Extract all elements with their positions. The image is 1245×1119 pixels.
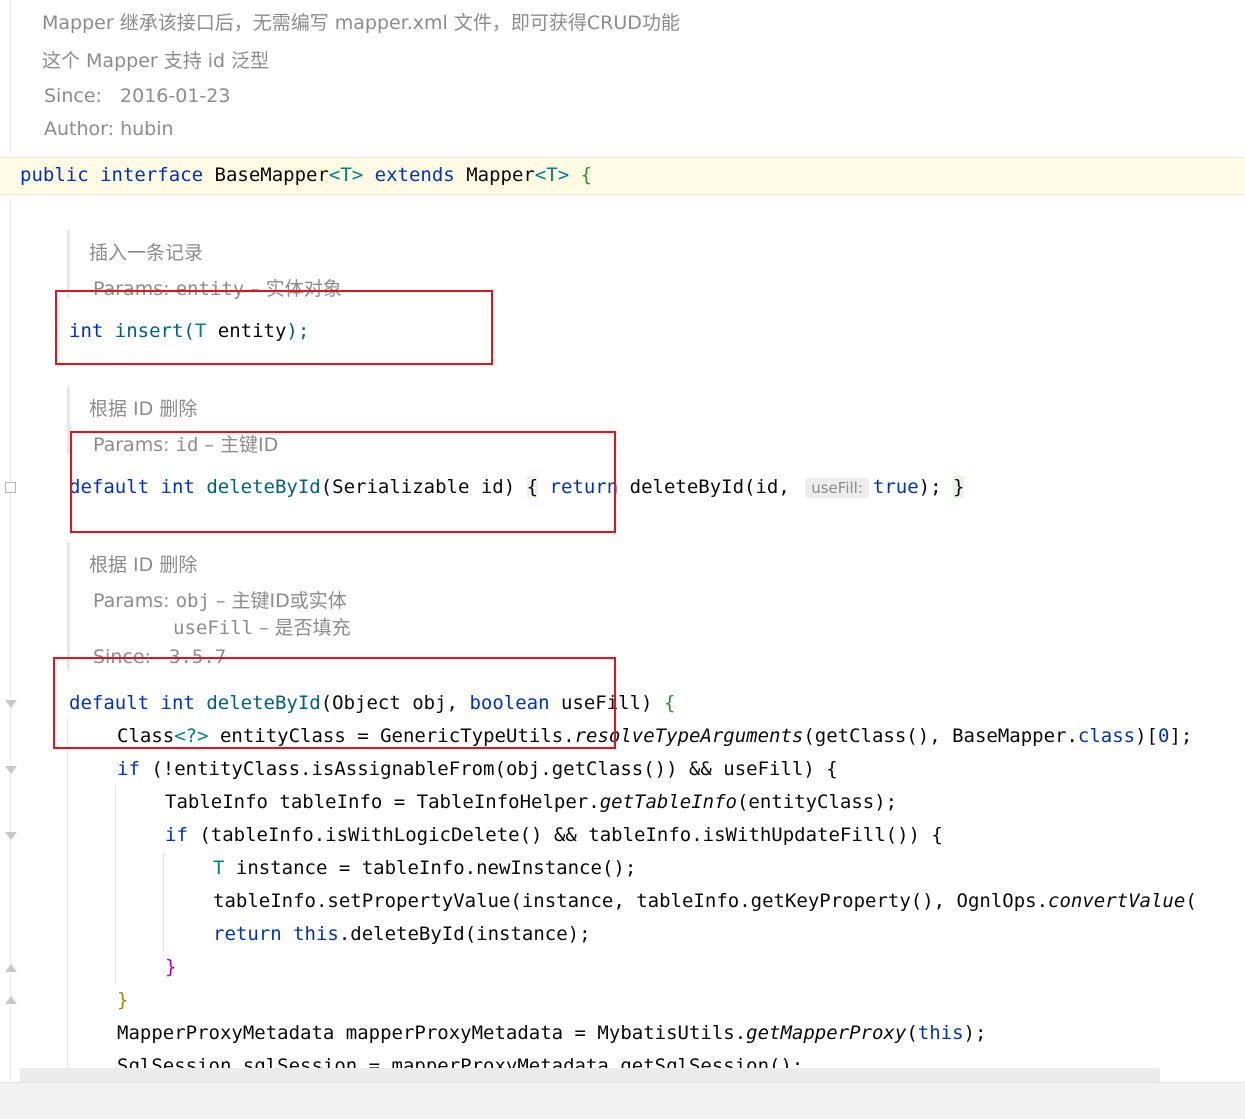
indent-guide bbox=[163, 852, 164, 952]
keyword-public: public bbox=[20, 164, 89, 186]
code-token: getTableInfo bbox=[599, 791, 737, 813]
doc-block-bar bbox=[67, 542, 70, 670]
code-line-table-info[interactable]: TableInfo tableInfo = TableInfoHelper.ge… bbox=[165, 790, 897, 814]
keyword-interface: interface bbox=[100, 164, 204, 186]
keyword-this: this bbox=[917, 1022, 964, 1044]
keyword-true: true bbox=[872, 476, 919, 498]
params-label: Params: bbox=[93, 590, 170, 612]
fold-arrow-icon[interactable] bbox=[5, 996, 17, 1004]
doc-author: Author: hubin bbox=[44, 118, 174, 140]
fold-arrow-icon[interactable] bbox=[5, 700, 17, 708]
parent-interface: Mapper bbox=[466, 164, 535, 186]
keyword-extends: extends bbox=[374, 164, 455, 186]
close-brace: } bbox=[953, 476, 965, 498]
code-token: instance = tableInfo.newInstance(); bbox=[224, 857, 637, 879]
doc-block-bar bbox=[67, 230, 70, 298]
code-token: ]; bbox=[1169, 725, 1193, 747]
open-brace: { bbox=[663, 692, 676, 714]
code-line-return-delete[interactable]: return this.deleteById(instance); bbox=[213, 922, 591, 946]
doc-since: Since: 2016-01-23 bbox=[44, 85, 230, 107]
code-token: )[ bbox=[1135, 725, 1158, 747]
statement-end: ); bbox=[918, 476, 942, 498]
interface-declaration[interactable]: public interface BaseMapper<T> extends M… bbox=[20, 163, 592, 187]
doc-description-line2: 这个 Mapper 支持 id 泛型 bbox=[42, 50, 270, 72]
editor-bottom-bar bbox=[0, 1082, 1245, 1119]
keyword-class: class bbox=[1077, 725, 1136, 747]
delete2-doc-param1: Params: obj – 主键ID或实体 bbox=[93, 586, 347, 613]
code-line-set-property[interactable]: tableInfo.setPropertyValue(instance, tab… bbox=[213, 889, 1197, 913]
code-line-new-instance[interactable]: T instance = tableInfo.newInstance(); bbox=[213, 856, 636, 880]
param-name: obj bbox=[175, 590, 210, 612]
keyword-return: return bbox=[213, 923, 282, 945]
code-token: getMapperProxy bbox=[746, 1022, 907, 1044]
highlight-box-delete-serializable bbox=[70, 431, 616, 533]
keyword-if: if bbox=[165, 824, 188, 846]
code-token: TableInfo tableInfo = TableInfoHelper. bbox=[165, 791, 600, 813]
code-token: (!entityClass.isAssignableFrom(obj.getCl… bbox=[139, 758, 838, 780]
fold-arrow-icon[interactable] bbox=[5, 964, 17, 972]
code-token: (tableInfo.isWithLogicDelete() && tableI… bbox=[187, 824, 943, 846]
code-token: MapperProxyMetadata mapperProxyMetadata … bbox=[117, 1022, 747, 1044]
highlight-box-insert bbox=[55, 290, 493, 365]
code-token: ( bbox=[1185, 890, 1197, 912]
code-token: ); bbox=[963, 1022, 987, 1044]
interface-name: BaseMapper bbox=[214, 164, 329, 186]
code-token: tableInfo.setPropertyValue(instance, tab… bbox=[213, 890, 1049, 912]
doc-since-label: Since: bbox=[44, 85, 102, 107]
doc-description-line1: Mapper 继承该接口后，无需编写 mapper.xml 文件，即可获得CRU… bbox=[42, 12, 680, 34]
param-desc: – 是否填充 bbox=[259, 617, 351, 639]
indent-guide bbox=[115, 785, 116, 985]
param-name: useFill bbox=[173, 617, 254, 639]
keyword-this: this bbox=[293, 923, 339, 945]
doc-author-value: hubin bbox=[120, 118, 174, 140]
highlight-box-delete-object bbox=[53, 657, 616, 749]
code-line-if-assignable[interactable]: if (!entityClass.isAssignableFrom(obj.ge… bbox=[117, 757, 838, 781]
indent-guide bbox=[67, 718, 68, 1080]
code-line-close-if[interactable]: } bbox=[117, 988, 128, 1012]
code-line-close-inner[interactable]: } bbox=[165, 955, 176, 979]
code-token: ( bbox=[906, 1022, 918, 1044]
doc-author-label: Author: bbox=[44, 118, 115, 140]
doc-since-value: 2016-01-23 bbox=[120, 85, 231, 107]
fold-arrow-icon[interactable] bbox=[5, 832, 17, 840]
horizontal-scrollbar[interactable] bbox=[20, 1068, 1160, 1082]
param-hint: useFill: bbox=[805, 478, 869, 498]
delete2-doc-title: 根据 ID 删除 bbox=[89, 554, 198, 576]
delete2-doc-param2: useFill – 是否填充 bbox=[173, 613, 351, 640]
code-token: (getClass(), BaseMapper. bbox=[803, 725, 1078, 747]
type-param: T bbox=[213, 857, 225, 879]
param-desc: – 主键ID或实体 bbox=[215, 590, 347, 612]
delete1-doc-title: 根据 ID 删除 bbox=[89, 398, 198, 420]
number-literal: 0 bbox=[1158, 725, 1170, 747]
keyword-if: if bbox=[117, 758, 140, 780]
insert-doc-title: 插入一条记录 bbox=[89, 242, 204, 264]
code-token: (entityClass); bbox=[736, 791, 898, 813]
fold-arrow-icon[interactable] bbox=[5, 766, 17, 774]
code-line-if-logic-delete[interactable]: if (tableInfo.isWithLogicDelete() && tab… bbox=[165, 823, 943, 847]
code-line-mapper-proxy[interactable]: MapperProxyMetadata mapperProxyMetadata … bbox=[117, 1021, 986, 1045]
open-brace: { bbox=[580, 164, 593, 186]
parent-generic-param: <T> bbox=[534, 164, 570, 186]
code-token: .deleteById(instance); bbox=[338, 923, 591, 945]
fold-toggle-icon[interactable] bbox=[5, 482, 16, 493]
method-call: deleteById(id, bbox=[629, 476, 790, 498]
code-token: convertValue bbox=[1048, 890, 1186, 912]
generic-param: <T> bbox=[328, 164, 364, 186]
